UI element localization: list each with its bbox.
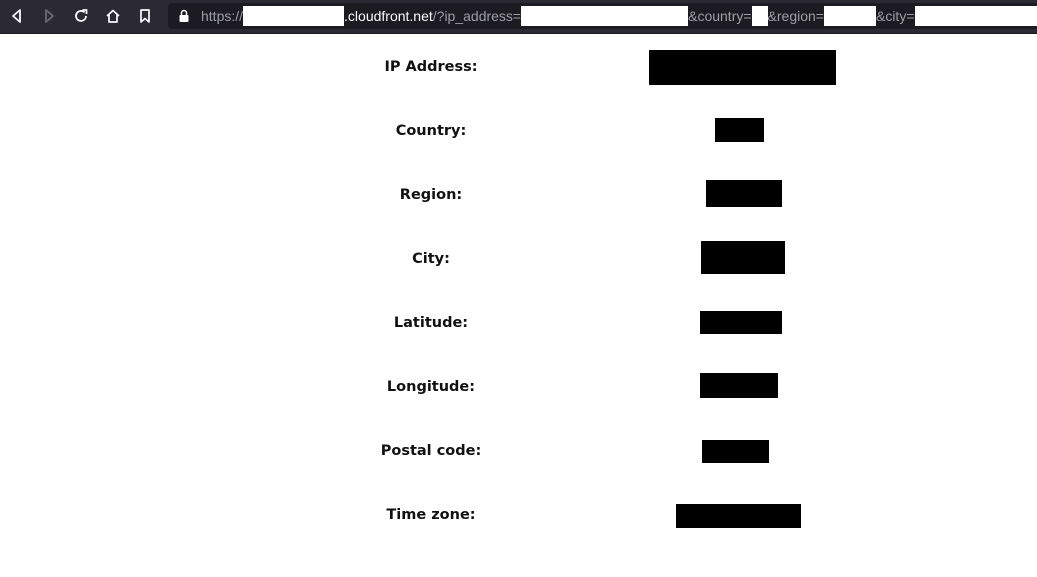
longitude-value-redacted — [700, 373, 778, 398]
city-value-redacted — [701, 241, 785, 274]
postal-code-value-redacted — [702, 440, 769, 463]
postal-code-label: Postal code: — [380, 443, 482, 459]
url-scheme: https:// — [201, 8, 244, 24]
browser-toolbar: https:// .cloudfront.net/?ip_address= &cou… — [0, 0, 1037, 34]
redacted-region-param — [823, 6, 876, 26]
lock-icon — [179, 9, 189, 22]
region-label: Region: — [399, 187, 463, 203]
country-value-redacted — [715, 118, 764, 142]
url-path: /?ip_address= — [432, 8, 522, 24]
ip-address-value-redacted — [649, 50, 836, 85]
url-host: .cloudfront.net — [344, 8, 433, 24]
forward-button[interactable] — [37, 5, 61, 27]
latitude-value-redacted — [700, 311, 782, 334]
url-param-city: &city= — [875, 8, 915, 24]
url-text: https:// .cloudfront.net/?ip_address= &cou… — [201, 3, 1037, 29]
bookmark-button[interactable] — [133, 5, 157, 27]
reload-icon — [75, 9, 88, 22]
reload-button[interactable] — [69, 5, 93, 27]
time-zone-label: Time zone: — [386, 507, 476, 523]
forward-arrow-icon — [45, 9, 54, 23]
city-label: City: — [412, 251, 450, 267]
address-bar[interactable]: https:// .cloudfront.net/?ip_address= &cou… — [168, 3, 1037, 29]
latitude-label: Latitude: — [393, 315, 469, 331]
region-value-redacted — [706, 180, 782, 207]
longitude-label: Longitude: — [386, 379, 476, 395]
url-param-region: &region= — [767, 8, 824, 24]
time-zone-value-redacted — [676, 504, 801, 528]
bookmark-icon — [140, 9, 150, 23]
home-button[interactable] — [101, 5, 125, 27]
back-button[interactable] — [5, 5, 29, 27]
redacted-ip-param — [521, 6, 689, 26]
redacted-city-param — [914, 6, 1037, 26]
country-label: Country: — [395, 123, 467, 139]
redacted-country-param — [751, 6, 768, 26]
home-icon — [106, 9, 120, 23]
redacted-subdomain — [243, 6, 345, 26]
url-param-country: &country= — [688, 8, 752, 24]
back-arrow-icon — [12, 9, 21, 23]
ip-address-label: IP Address: — [384, 59, 478, 75]
